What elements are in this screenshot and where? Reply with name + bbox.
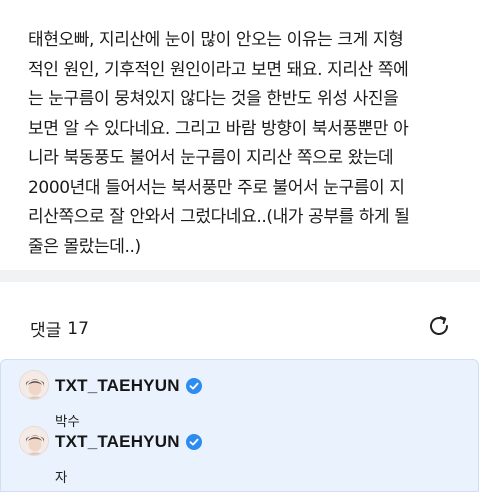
comments-title: 댓글 17 xyxy=(30,316,89,342)
author-name[interactable]: TXT_TAEHYUN xyxy=(55,432,180,452)
comments-count: 17 xyxy=(67,318,89,339)
section-divider xyxy=(0,270,480,282)
comments-label: 댓글 xyxy=(30,321,62,341)
post-body: 태현오빠, 지리산에 눈이 많이 안오는 이유는 크게 지형 적인 원인, 기후… xyxy=(0,0,480,270)
author-row: TXT_TAEHYUN xyxy=(55,376,202,396)
comment-item: TXT_TAEHYUN 박수 xyxy=(19,370,459,430)
author-row: TXT_TAEHYUN xyxy=(55,432,202,452)
post-text: 태현오빠, 지리산에 눈이 많이 안오는 이유는 크게 지형 적인 원인, 기후… xyxy=(28,30,410,257)
comment-text: 자 xyxy=(55,470,68,486)
refresh-icon xyxy=(430,316,448,335)
avatar[interactable] xyxy=(19,370,49,400)
author-name[interactable]: TXT_TAEHYUN xyxy=(55,376,180,396)
verified-badge-icon xyxy=(185,434,202,450)
avatar[interactable] xyxy=(19,426,49,456)
highlighted-comments-panel: TXT_TAEHYUN 박수 TXT_TAEHYUN 자 xyxy=(0,359,479,492)
refresh-button[interactable] xyxy=(426,313,452,339)
comment-item: TXT_TAEHYUN 자 xyxy=(19,426,459,486)
verified-badge-icon xyxy=(185,378,202,394)
